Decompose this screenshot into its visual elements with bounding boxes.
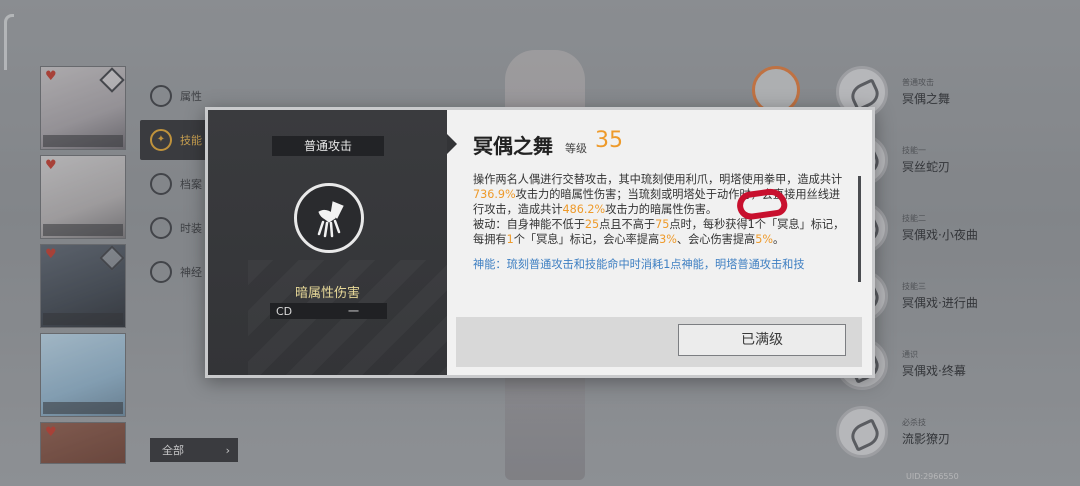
cooldown-label: CD	[276, 304, 293, 318]
max-level-button[interactable]: 已满级	[678, 324, 846, 356]
claw-skill-icon	[294, 183, 364, 253]
skill-detail-modal: 普通攻击 暗属性伤害 CD 一 冥偶之舞 等级 35 操作两名人偶进行交替攻击，…	[205, 107, 875, 378]
skill-title: 冥偶之舞	[473, 134, 553, 158]
cooldown-value: 一	[348, 305, 359, 318]
action-bar: 已满级	[456, 317, 862, 367]
attack-type-tab: 普通攻击	[272, 136, 384, 156]
skill-description[interactable]: 操作两名人偶进行交替攻击，其中琉刻使用利爪，明塔使用拳甲，造成共计736.9%攻…	[473, 172, 851, 290]
level-label: 等级	[565, 142, 587, 155]
cooldown-row: CD 一	[270, 303, 387, 319]
skill-detail-panel: 冥偶之舞 等级 35 操作两名人偶进行交替攻击，其中琉刻使用利爪，明塔使用拳甲，…	[447, 110, 872, 375]
level-value: 35	[595, 128, 623, 153]
divine-energy-note: 神能：琉刻普通攻击和技能命中时消耗1点神能，明塔普通攻击和技	[473, 258, 805, 271]
description-scrollbar[interactable]	[858, 176, 861, 282]
skill-summary-panel: 普通攻击 暗属性伤害 CD 一	[208, 110, 447, 375]
damage-type-label: 暗属性伤害	[294, 286, 360, 301]
